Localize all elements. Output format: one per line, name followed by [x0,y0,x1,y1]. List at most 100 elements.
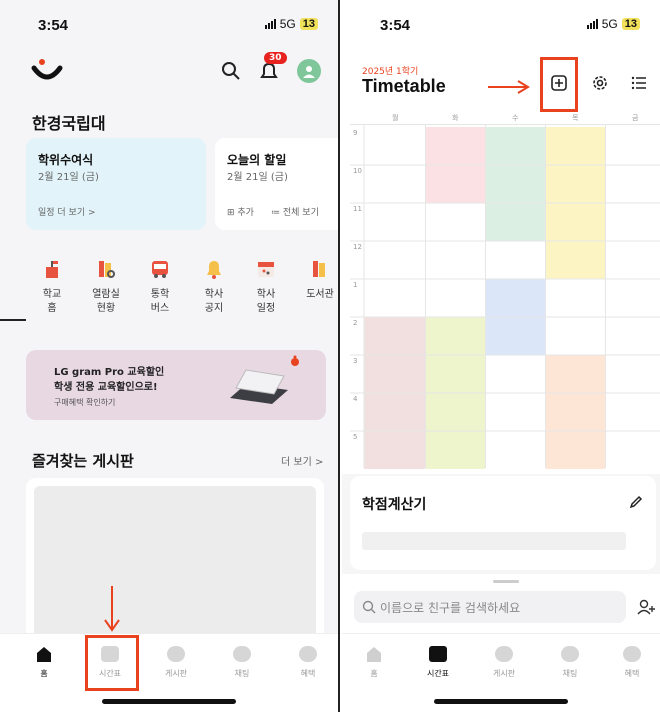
hour-label: 12 [353,243,362,251]
avatar[interactable] [297,59,321,83]
todo-card-title: 오늘의 할일 [227,153,287,167]
status-bar: 3:54 5G 13 [0,0,338,50]
network-label: 5G [601,17,618,31]
sheet-handle[interactable] [493,580,519,583]
service-label-2: 현황 [96,303,116,314]
banner-sub: 구매혜택 확인하기 [54,398,116,407]
bottom-tab-bar: 홈 시간표 게시판 채팅 혜택 [0,633,338,712]
favorites-board [26,478,324,648]
service-label-2: 일정 [256,303,276,314]
service-label-1: 학교 [42,289,62,300]
bus-icon [149,258,171,280]
hour-label: 3 [353,357,358,365]
service-library[interactable]: 도서관 [296,258,338,302]
tab-label: 게시판 [164,669,188,678]
tab-label: 혜택 [300,669,316,678]
tab-label: 혜택 [624,669,640,678]
hour-label: 4 [353,395,358,403]
status-network: 5G 13 [264,17,318,31]
todo-view-all-label: 전체 보기 [282,208,319,218]
grade-summary-placeholder [362,532,626,550]
brand-logo-icon [288,354,302,368]
favorites-more-link[interactable]: 더 보기 > [281,453,323,468]
service-label-1: 통학 [150,289,170,300]
down-arrow-icon [102,586,122,636]
friend-search-field[interactable]: 이름으로 친구를 검색하세요 [354,591,626,623]
tab-timetable[interactable]: 시간표 [418,646,458,679]
tab-benefits[interactable]: 혜택 [612,646,652,679]
calendar-icon [255,258,277,280]
home-indicator [434,699,568,704]
hour-label: 2 [353,319,358,327]
service-label-2: 홈 [47,303,57,314]
todo-add-button[interactable]: ⊞ 추가 [227,205,254,218]
list-icon [631,76,646,90]
service-notice[interactable]: 학사 공지 [190,258,238,316]
gear-icon [593,76,607,90]
timetable-icon [429,646,447,662]
service-calendar[interactable]: 학사 일정 [242,258,290,316]
page-title: Timetable [362,76,446,96]
banner-line2: 학생 전용 교육할인으로! [54,382,158,393]
benefits-icon [623,646,641,662]
tab-home[interactable]: 홈 [354,646,394,679]
tab-label: 홈 [370,669,378,678]
schedule-more-link[interactable]: 일정 더 보기 > [38,205,96,218]
tab-board[interactable]: 게시판 [156,646,196,679]
favorites-board-placeholder [34,486,316,648]
highlight-box-add-button [540,57,578,112]
home-indicator [102,699,236,704]
hour-label: 9 [353,129,358,137]
grade-calc-card[interactable]: 학점계산기 [350,476,656,570]
service-label-1: 열람실 [92,289,120,300]
tab-board[interactable]: 게시판 [484,646,524,679]
service-reading-room[interactable]: 열람실 현황 [82,258,130,316]
add-person-icon [637,599,655,615]
grade-calc-title: 학점계산기 [362,497,427,513]
status-bar: 3:54 5G 13 [342,0,660,50]
add-friend-button[interactable] [634,594,658,620]
home-icon [365,646,383,662]
service-bus[interactable]: 통학 버스 [136,258,184,316]
timetable-screen: 3:54 5G 13 2025년 1학기 Timetable 월 화 수 목 금 [342,0,660,712]
todo-view-all-button[interactable]: ≔ 전체 보기 [271,205,319,218]
school-home-icon [41,258,63,280]
tab-label: 채팅 [562,669,578,678]
search-icon[interactable] [220,60,242,82]
service-school-home[interactable]: 학교 홈 [28,258,76,316]
tab-home[interactable]: 홈 [24,646,64,679]
battery-icon: 13 [621,18,640,30]
bottom-tab-bar: 홈 시간표 게시판 채팅 혜택 [342,633,660,712]
notification-badge: 30 [264,52,287,64]
signal-icon [586,19,598,29]
settings-button[interactable] [587,70,613,96]
battery-icon: 13 [299,18,318,30]
service-label-1: 학사 [256,289,276,300]
status-time: 3:54 [380,17,411,34]
right-arrow-icon [488,79,530,99]
board-icon [167,646,185,662]
tab-benefits[interactable]: 혜택 [288,646,328,679]
tab-chat[interactable]: 채팅 [222,646,262,679]
todo-card[interactable]: 오늘의 할일 2월 21일 (금) ⊞ 추가 ≔ 전체 보기 [215,138,338,230]
home-screen: 3:54 5G 13 30 한경국립대 학위수여식 2월 21일 (금) 일정 … [0,0,340,712]
hour-label: 11 [353,205,362,213]
school-name: 한경국립대 [32,114,106,133]
tab-chat[interactable]: 채팅 [550,646,590,679]
laptop-image [222,360,292,410]
board-icon [495,646,513,662]
ad-banner[interactable]: LG gram Pro 교육할인 학생 전용 교육할인으로! 구매혜택 확인하기 [26,350,326,420]
edit-grade-button[interactable] [626,492,646,512]
status-network: 5G 13 [586,17,640,31]
timetable-grid: 월 화 수 목 금 9 10 11 12 1 2 3 4 5 [350,112,660,469]
list-icon: ≔ [271,208,283,218]
hour-label: 1 [353,281,358,289]
benefits-icon [299,646,317,662]
degree-card[interactable]: 학위수여식 2월 21일 (금) 일정 더 보기 > [26,138,206,230]
favorites-title: 즐겨찾는 게시판 [32,452,134,470]
app-logo-icon [30,58,64,84]
signal-icon [264,19,276,29]
service-label-2: 공지 [204,303,224,314]
list-menu-button[interactable] [626,70,652,96]
status-time: 3:54 [38,17,69,34]
